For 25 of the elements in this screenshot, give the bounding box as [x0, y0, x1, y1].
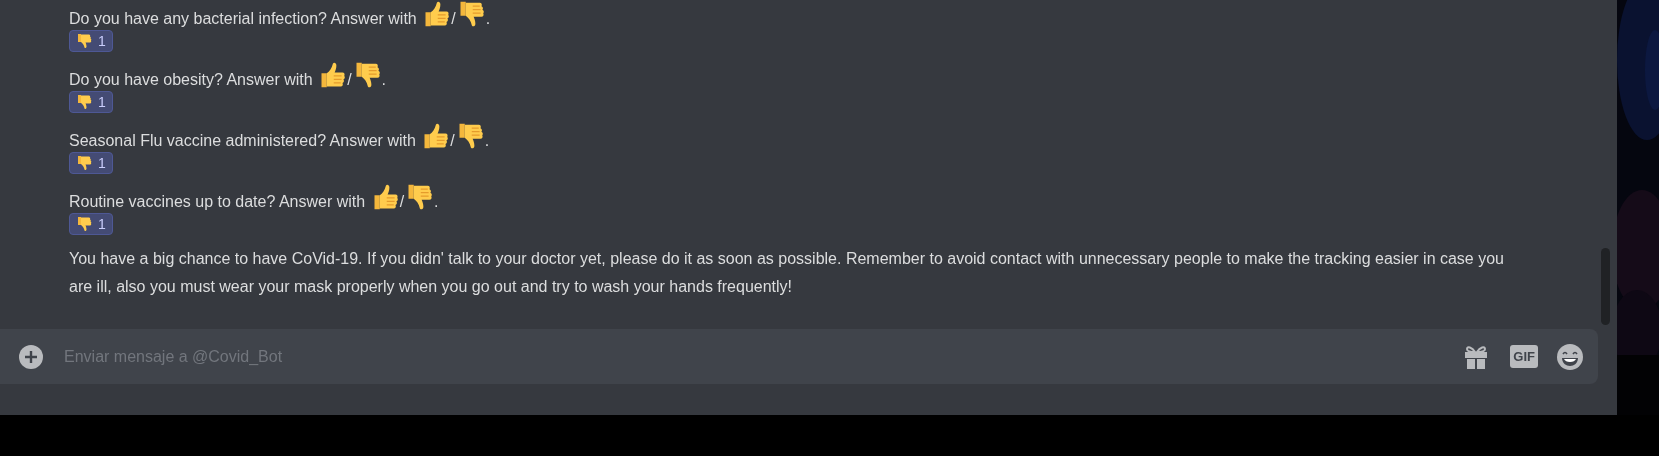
period-text: .	[381, 71, 387, 89]
period-text: .	[485, 10, 491, 28]
thumbs-down-icon	[76, 216, 92, 232]
message-text: Routine vaccines up to date? Answer with	[69, 193, 366, 211]
reaction-button[interactable]: 1	[69, 30, 113, 52]
plus-icon[interactable]	[18, 343, 44, 370]
thumbs-down-icon	[76, 33, 92, 49]
gif-button[interactable]: GIF	[1510, 345, 1538, 368]
reaction-button[interactable]: 1	[69, 91, 113, 113]
slash-text: /	[451, 10, 456, 28]
reaction-button[interactable]: 1	[69, 213, 113, 235]
emoji-icon[interactable]	[1556, 342, 1584, 371]
thumbs-down-icon	[76, 94, 92, 110]
slash-text: /	[399, 193, 405, 211]
period-text: .	[434, 193, 439, 211]
message-text: You have a big chance to have CoVid-19. If you didn' talk to your doctor yet, please do it as soon as possible. Remember to avoid contact with unnecessary people to make the tracking easier in case you are ill, also you must wear your mask properly when you go out and try to wash your hands frequently!	[69, 249, 1505, 297]
slash-text: /	[450, 132, 455, 150]
thumbs-down-icon	[76, 155, 92, 171]
message-text: Do you have any bacterial infection? Answer with	[69, 10, 417, 28]
message-text: Do you have obesity? Answer with	[69, 71, 313, 89]
message-text: Seasonal Flu vaccine administered? Answer with	[69, 132, 416, 150]
period-text: .	[484, 132, 490, 150]
reaction-button[interactable]: 1	[69, 152, 113, 174]
slash-text: /	[347, 71, 352, 89]
scrollbar-thumb[interactable]	[1601, 248, 1610, 325]
